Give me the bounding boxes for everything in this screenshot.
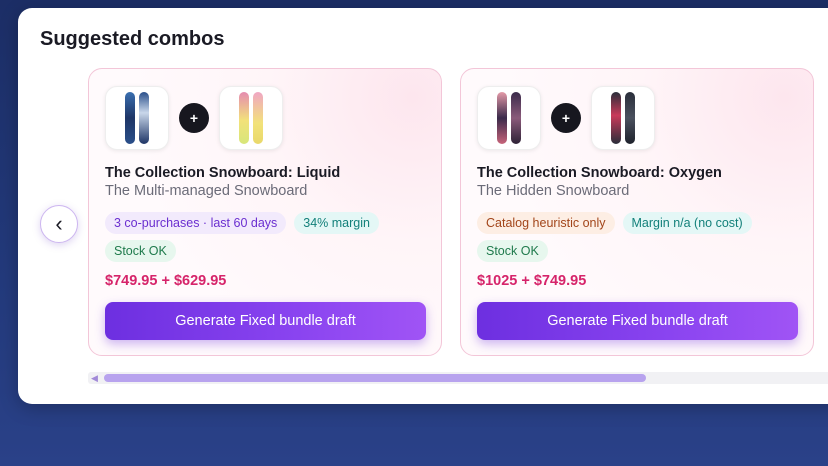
snowboard-oxygen-icon [497,92,521,144]
combo-thumbnails: + [105,86,283,150]
snowboard-navy-icon [125,92,149,144]
badge-list: 3 co-purchases · last 60 days 34% margin… [105,212,425,262]
horizontal-scrollbar[interactable]: ◀ [88,372,828,384]
section-title: Suggested combos [40,28,225,50]
chevron-left-icon: ‹ [55,211,63,236]
combo-card: + The Collection Snowboard: Oxygen The H… [460,68,814,356]
scroll-left-arrow-icon[interactable]: ◀ [91,373,98,384]
product-thumbnail [477,86,541,150]
margin-badge: 34% margin [294,212,379,234]
suggested-combos-panel: Suggested combos ‹ + The Collection Snow… [18,8,828,404]
combo-subtitle: The Multi-managed Snowboard [105,183,308,199]
generate-bundle-button[interactable]: Generate Fixed bundle draft [477,302,798,340]
scrollbar-thumb[interactable] [104,374,646,382]
product-thumbnail [219,86,283,150]
product-thumbnail [105,86,169,150]
badge-list: Catalog heuristic only Margin n/a (no co… [477,212,797,262]
heuristic-badge: Catalog heuristic only [477,212,615,234]
combo-title: The Collection Snowboard: Oxygen [477,165,722,181]
combo-price: $1025 + $749.95 [477,273,587,289]
co-purchase-badge: 3 co-purchases · last 60 days [105,212,287,234]
combo-subtitle: The Hidden Snowboard [477,183,630,199]
combo-thumbnails: + [477,86,655,150]
snowboard-yellow-pink-icon [239,92,263,144]
combo-card: + The Collection Snowboard: Liquid The M… [88,68,442,356]
plus-icon: + [179,103,209,133]
snowboard-dark-icon [611,92,635,144]
stock-badge: Stock OK [105,240,176,262]
margin-badge: Margin n/a (no cost) [622,212,752,234]
plus-icon: + [551,103,581,133]
combo-price: $749.95 + $629.95 [105,273,227,289]
generate-bundle-button[interactable]: Generate Fixed bundle draft [105,302,426,340]
stock-badge: Stock OK [477,240,548,262]
product-thumbnail [591,86,655,150]
previous-button[interactable]: ‹ [40,205,78,243]
combo-title: The Collection Snowboard: Liquid [105,165,341,181]
